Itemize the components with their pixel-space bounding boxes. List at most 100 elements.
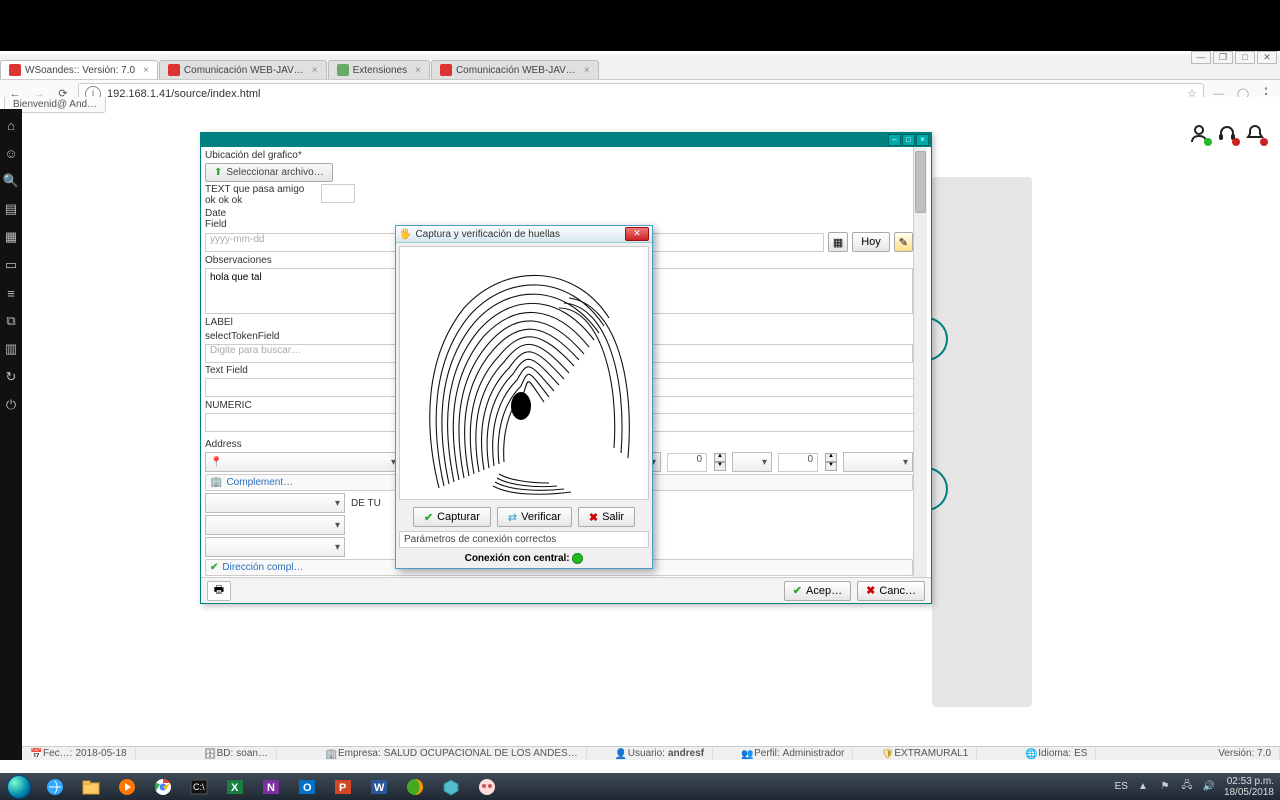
favicon-icon [440,64,452,76]
os-close-button[interactable]: ✕ [1257,51,1277,64]
tray-up-icon[interactable]: ▲ [1136,780,1150,794]
tab-comunicacion-1[interactable]: Comunicación WEB-JAV… × [159,60,327,79]
tab-extensiones[interactable]: Extensiones × [328,60,430,79]
wmp-icon[interactable] [110,775,144,799]
powerpoint-icon[interactable]: P [326,775,360,799]
main-window-footer: 🖶 ✔Acep… ✖Canc… [201,577,931,603]
app-status-bar: 📅Fec…: 2018-05-18 🗄BD: soan… 🏢Empresa: S… [22,746,1280,760]
num-combo-4[interactable]: ▾ [843,452,913,472]
rail-chart-icon[interactable]: ▥ [3,341,19,357]
tab-close-icon[interactable]: × [143,65,149,76]
scrollbar-thumb[interactable] [915,151,926,213]
headset-icon[interactable] [1216,122,1238,144]
fingerprint-dialog-title[interactable]: 🖐 Captura y verificación de huellas ✕ [396,226,652,243]
rail-refresh-icon[interactable]: ↻ [3,369,19,385]
combo-row-3[interactable]: ▾ [205,515,345,535]
empresa-value: SALUD OCUPACIONAL DE LOS ANDES… [384,748,578,759]
x-icon: ✖ [866,584,875,597]
rail-copy-icon[interactable]: ⧉ [3,313,19,329]
footer-print-icon[interactable]: 🖶 [207,581,231,601]
hoy-button[interactable]: Hoy [852,232,890,252]
bell-icon[interactable] [1244,122,1266,144]
num-combo-3[interactable]: ▾ [732,452,772,472]
explorer-icon[interactable] [74,775,108,799]
windows-orb-icon [7,775,31,799]
tray-net-icon[interactable]: 🖧 [1180,780,1194,794]
num-input-1[interactable]: 0 [667,453,707,472]
profile-icon: 👥 [741,749,751,759]
win-max-icon[interactable]: □ [902,134,915,146]
idioma-value: ES [1074,748,1087,759]
tray-vol-icon[interactable]: 🔊 [1202,780,1216,794]
fecha-label: Fec…: [43,748,72,759]
os-pair-button[interactable]: ❐ [1213,51,1233,64]
num-spin-1[interactable]: ▲▼ [714,453,726,471]
tray-lang[interactable]: ES [1115,781,1128,792]
word-icon[interactable]: W [362,775,396,799]
de-tu-label: DE TU [351,498,381,509]
lang-icon: 🌐 [1025,749,1035,759]
fingerprint-close-icon[interactable]: ✕ [625,227,649,241]
rail-grid-icon[interactable]: ▦ [3,229,19,245]
tray-flag-icon[interactable]: ⚑ [1158,780,1172,794]
win-min-icon[interactable]: – [888,134,901,146]
fingerprint-image [399,246,649,500]
outlook-icon[interactable]: O [290,775,324,799]
tab-close-icon[interactable]: × [415,65,421,76]
tray-clock[interactable]: 02:53 p.m. 18/05/2018 [1224,776,1274,798]
vertical-scrollbar[interactable] [913,147,927,577]
numeric-label: NUMERIC [205,400,252,411]
date-picker-icon[interactable]: ▦ [828,232,848,252]
browser-tabstrip: WSoandes:: Versión: 7.0 × Comunicación W… [0,54,1280,80]
num-input-2[interactable]: 0 [778,453,818,472]
token-label: selectTokenField [205,331,279,342]
svg-text:C:\: C:\ [193,782,205,792]
fingerprint-dialog: 🖐 Captura y verificación de huellas ✕ [395,225,653,569]
accept-button[interactable]: ✔Acep… [784,581,851,601]
cancel-button[interactable]: ✖Canc… [857,581,925,601]
calendar-icon: 📅 [30,749,40,759]
person-icon[interactable] [1188,122,1210,144]
clock-date: 18/05/2018 [1224,787,1274,798]
onenote-icon[interactable]: N [254,775,288,799]
rail-doc-icon[interactable]: ▤ [3,201,19,217]
os-max-button[interactable]: □ [1235,51,1255,64]
combo-row-4[interactable]: ▾ [205,537,345,557]
win-close-icon[interactable]: × [916,134,929,146]
owl-icon[interactable] [470,775,504,799]
rail-card-icon[interactable]: ▭ [3,257,19,273]
os-min-button[interactable]: — [1191,51,1211,64]
ie-icon[interactable] [38,775,72,799]
tab-close-icon[interactable]: × [584,65,590,76]
svg-text:X: X [231,782,239,794]
firefox-icon[interactable] [398,775,432,799]
favicon-icon [168,64,180,76]
verificar-button[interactable]: ⇄Verificar [497,507,572,527]
capturar-button[interactable]: ✔Capturar [413,507,491,527]
favicon-icon [9,64,21,76]
salir-button[interactable]: ✖Salir [578,507,635,527]
start-button[interactable] [0,773,38,800]
rail-search-icon[interactable]: 🔍 [3,173,19,189]
text-input[interactable] [321,184,355,203]
rail-power-icon[interactable]: ⏻ [3,397,19,413]
rail-list-icon[interactable]: ≡ [3,285,19,301]
main-window-titlebar[interactable]: – □ × [201,133,931,147]
edit-icon[interactable]: ✎ [894,232,913,252]
chrome-icon[interactable] [146,775,180,799]
tab-wsoandes[interactable]: WSoandes:: Versión: 7.0 × [0,60,158,79]
select-file-button[interactable]: ⬆ Seleccionar archivo… [205,163,333,182]
fecha-value: 2018-05-18 [75,748,126,759]
tab-comunicacion-2[interactable]: Comunicación WEB-JAV… × [431,60,599,79]
num-spin-2[interactable]: ▲▼ [825,453,837,471]
rail-home-icon[interactable]: ⌂ [3,117,19,133]
check-icon: ✔ [210,562,218,573]
cmd-icon[interactable]: C:\ [182,775,216,799]
combo-detu-left[interactable]: ▾ [205,493,345,513]
address-combo-1[interactable]: 📍▾ [205,452,401,472]
rail-person-icon[interactable]: ☺ [3,145,19,161]
cube-icon[interactable] [434,775,468,799]
tab-close-icon[interactable]: × [312,65,318,76]
favicon-icon [337,64,349,76]
excel-icon[interactable]: X [218,775,252,799]
